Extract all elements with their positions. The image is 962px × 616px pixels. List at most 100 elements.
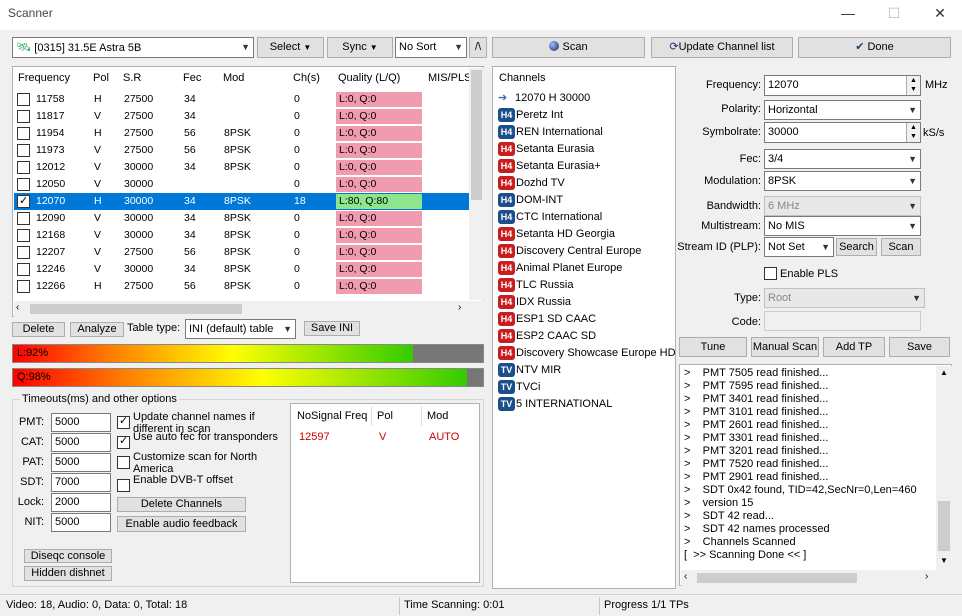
table-type-select[interactable]: INI (default) table ▼ — [185, 319, 296, 339]
col-quality[interactable]: Quality (L/Q) — [338, 67, 400, 89]
channel-item[interactable]: H4 IDX Russia — [498, 294, 571, 311]
symbolrate-input[interactable]: 30000 ▲ ▼ — [764, 122, 921, 143]
timeout-input[interactable]: 2000 — [51, 493, 111, 512]
scroll-right-icon[interactable]: › — [925, 571, 928, 582]
nosignal-pol-cell[interactable]: V — [379, 431, 386, 443]
diseqc-console-button[interactable]: Diseqc console — [24, 549, 112, 563]
sort-select[interactable]: No Sort ▼ — [395, 37, 467, 58]
nosignal-mod-cell[interactable]: AUTO — [429, 431, 459, 443]
sort-direction-button[interactable]: /\ — [469, 37, 487, 58]
timeout-input[interactable]: 7000 — [51, 473, 111, 492]
option-checkbox[interactable] — [117, 434, 130, 449]
table-row[interactable]: 11973 V 27500 56 8PSK 0 L:0, Q:0 — [14, 142, 469, 159]
tp-table-hscrollbar[interactable]: ‹ › — [14, 301, 484, 317]
table-row[interactable]: 12070 H 30000 34 8PSK 18 L:80, Q:80 — [14, 193, 469, 210]
modulation-select[interactable]: 8PSK ▼ — [764, 171, 921, 191]
timeout-input[interactable]: 5000 — [51, 513, 111, 532]
channel-item[interactable]: H4 TLC Russia — [498, 277, 573, 294]
save-tp-button[interactable]: Save — [889, 337, 950, 357]
table-row[interactable]: 12090 V 30000 34 8PSK 0 L:0, Q:0 — [14, 210, 469, 227]
hidden-dishnet-button[interactable]: Hidden dishnet — [24, 566, 112, 581]
satellite-select[interactable]: 🛰 [0315] 31.5E Astra 5B ▼ — [12, 37, 254, 58]
channel-item[interactable]: TV 5 INTERNATIONAL — [498, 396, 612, 413]
channel-item[interactable]: H4 ESP2 CAAC SD — [498, 328, 596, 345]
col-mis-pls[interactable]: MIS/PLS — [428, 67, 471, 89]
scroll-down-icon[interactable]: ▼ — [940, 556, 948, 565]
delete-channels-button[interactable]: Delete Channels — [117, 497, 246, 512]
search-button[interactable]: Search — [836, 238, 877, 256]
channel-item[interactable]: H4 Setanta Eurasia — [498, 141, 594, 158]
manual-scan-button[interactable]: Manual Scan — [751, 337, 819, 357]
table-row[interactable]: 11817 V 27500 34 0 L:0, Q:0 — [14, 108, 469, 125]
table-row[interactable]: 12012 V 30000 34 8PSK 0 L:0, Q:0 — [14, 159, 469, 176]
channel-item[interactable]: H4 ESP1 SD CAAC — [498, 311, 596, 328]
save-ini-button[interactable]: Save INI — [304, 321, 360, 336]
scan-button[interactable]: Scan — [492, 37, 645, 58]
nosignal-freq-cell[interactable]: 12597 — [299, 431, 330, 443]
done-button[interactable]: ✔ Done — [798, 37, 951, 58]
tp-table-vscrollbar[interactable] — [469, 68, 484, 300]
row-checkbox[interactable] — [17, 280, 30, 293]
scan-tp-button[interactable]: Scan — [881, 238, 921, 256]
table-row[interactable]: 12050 V 30000 0 L:0, Q:0 — [14, 176, 469, 193]
channel-item[interactable]: H4 CTC International — [498, 209, 602, 226]
delete-button[interactable]: Delete — [12, 322, 65, 337]
channel-item[interactable]: H4 REN International — [498, 124, 603, 141]
option-checkbox[interactable] — [117, 456, 130, 469]
streamid-select[interactable]: Not Set ▼ — [764, 237, 834, 257]
col-nosignal-freq[interactable]: NoSignal Freq — [297, 405, 367, 427]
minimize-icon[interactable]: — — [826, 2, 870, 26]
channel-item[interactable]: TV TVCi — [498, 379, 540, 396]
update-channel-list-button[interactable]: ⟳Update Channel list — [651, 37, 793, 58]
row-checkbox[interactable] — [17, 229, 30, 242]
row-checkbox[interactable] — [17, 93, 30, 106]
table-row[interactable]: 12246 V 30000 34 8PSK 0 L:0, Q:0 — [14, 261, 469, 278]
sync-button[interactable]: Sync ▼ — [327, 37, 393, 58]
timeout-input[interactable]: 5000 — [51, 433, 111, 452]
scroll-up-icon[interactable]: ▲ — [940, 368, 948, 377]
scroll-left-icon[interactable]: ‹ — [16, 302, 19, 313]
log-vscrollbar[interactable]: ▲ ▼ — [936, 366, 952, 570]
channel-item[interactable]: H4 Setanta HD Georgia — [498, 226, 615, 243]
channel-item[interactable]: H4 Discovery Central Europe — [498, 243, 641, 260]
row-checkbox[interactable] — [17, 161, 30, 174]
spinner-arrows-icon[interactable]: ▲ ▼ — [906, 123, 920, 142]
channel-item[interactable]: TV NTV MIR — [498, 362, 561, 379]
scroll-thumb[interactable] — [471, 70, 482, 200]
row-checkbox[interactable] — [17, 193, 30, 210]
log-hscroll-thumb[interactable] — [697, 573, 857, 583]
row-checkbox[interactable] — [17, 110, 30, 123]
close-icon[interactable]: ✕ — [918, 2, 962, 26]
log-hscrollbar[interactable]: ‹ › — [681, 570, 952, 586]
channel-item[interactable]: H4 Discovery Showcase Europe HD — [498, 345, 676, 362]
table-row[interactable]: 12168 V 30000 34 8PSK 0 L:0, Q:0 — [14, 227, 469, 244]
col-chs[interactable]: Ch(s) — [293, 67, 320, 89]
channel-item[interactable]: H4 Peretz Int — [498, 107, 563, 124]
option-checkbox[interactable] — [117, 414, 130, 429]
maximize-icon[interactable]: ☐ — [872, 2, 916, 26]
col-nosignal-mod[interactable]: Mod — [427, 405, 448, 427]
col-fec[interactable]: Fec — [183, 67, 201, 89]
frequency-input[interactable]: 12070 ▲ ▼ — [764, 75, 921, 96]
option-checkbox[interactable] — [117, 479, 130, 492]
code-input[interactable] — [764, 311, 921, 331]
multistream-select[interactable]: No MIS ▼ — [764, 216, 921, 236]
log-scroll-thumb[interactable] — [938, 501, 950, 551]
spinner-arrows-icon[interactable]: ▲ ▼ — [906, 76, 920, 95]
fec-select[interactable]: 3/4 ▼ — [764, 149, 921, 169]
select-button[interactable]: Select ▼ — [257, 37, 324, 58]
row-checkbox[interactable] — [17, 263, 30, 276]
table-row[interactable]: 12266 H 27500 56 8PSK 0 L:0, Q:0 — [14, 278, 469, 295]
timeout-input[interactable]: 5000 — [51, 413, 111, 432]
channel-item[interactable]: H4 Setanta Eurasia+ — [498, 158, 601, 175]
channel-item[interactable]: ➔ 12070 H 30000 — [498, 90, 590, 107]
row-checkbox[interactable] — [17, 127, 30, 140]
hscroll-thumb[interactable] — [30, 304, 242, 314]
row-checkbox[interactable] — [17, 246, 30, 259]
scroll-left-icon[interactable]: ‹ — [684, 571, 687, 582]
col-nosignal-pol[interactable]: Pol — [377, 405, 393, 427]
add-tp-button[interactable]: Add TP — [823, 337, 885, 357]
row-checkbox[interactable] — [17, 144, 30, 157]
analyze-button[interactable]: Analyze — [70, 322, 124, 337]
audio-feedback-button[interactable]: Enable audio feedback — [117, 516, 246, 532]
